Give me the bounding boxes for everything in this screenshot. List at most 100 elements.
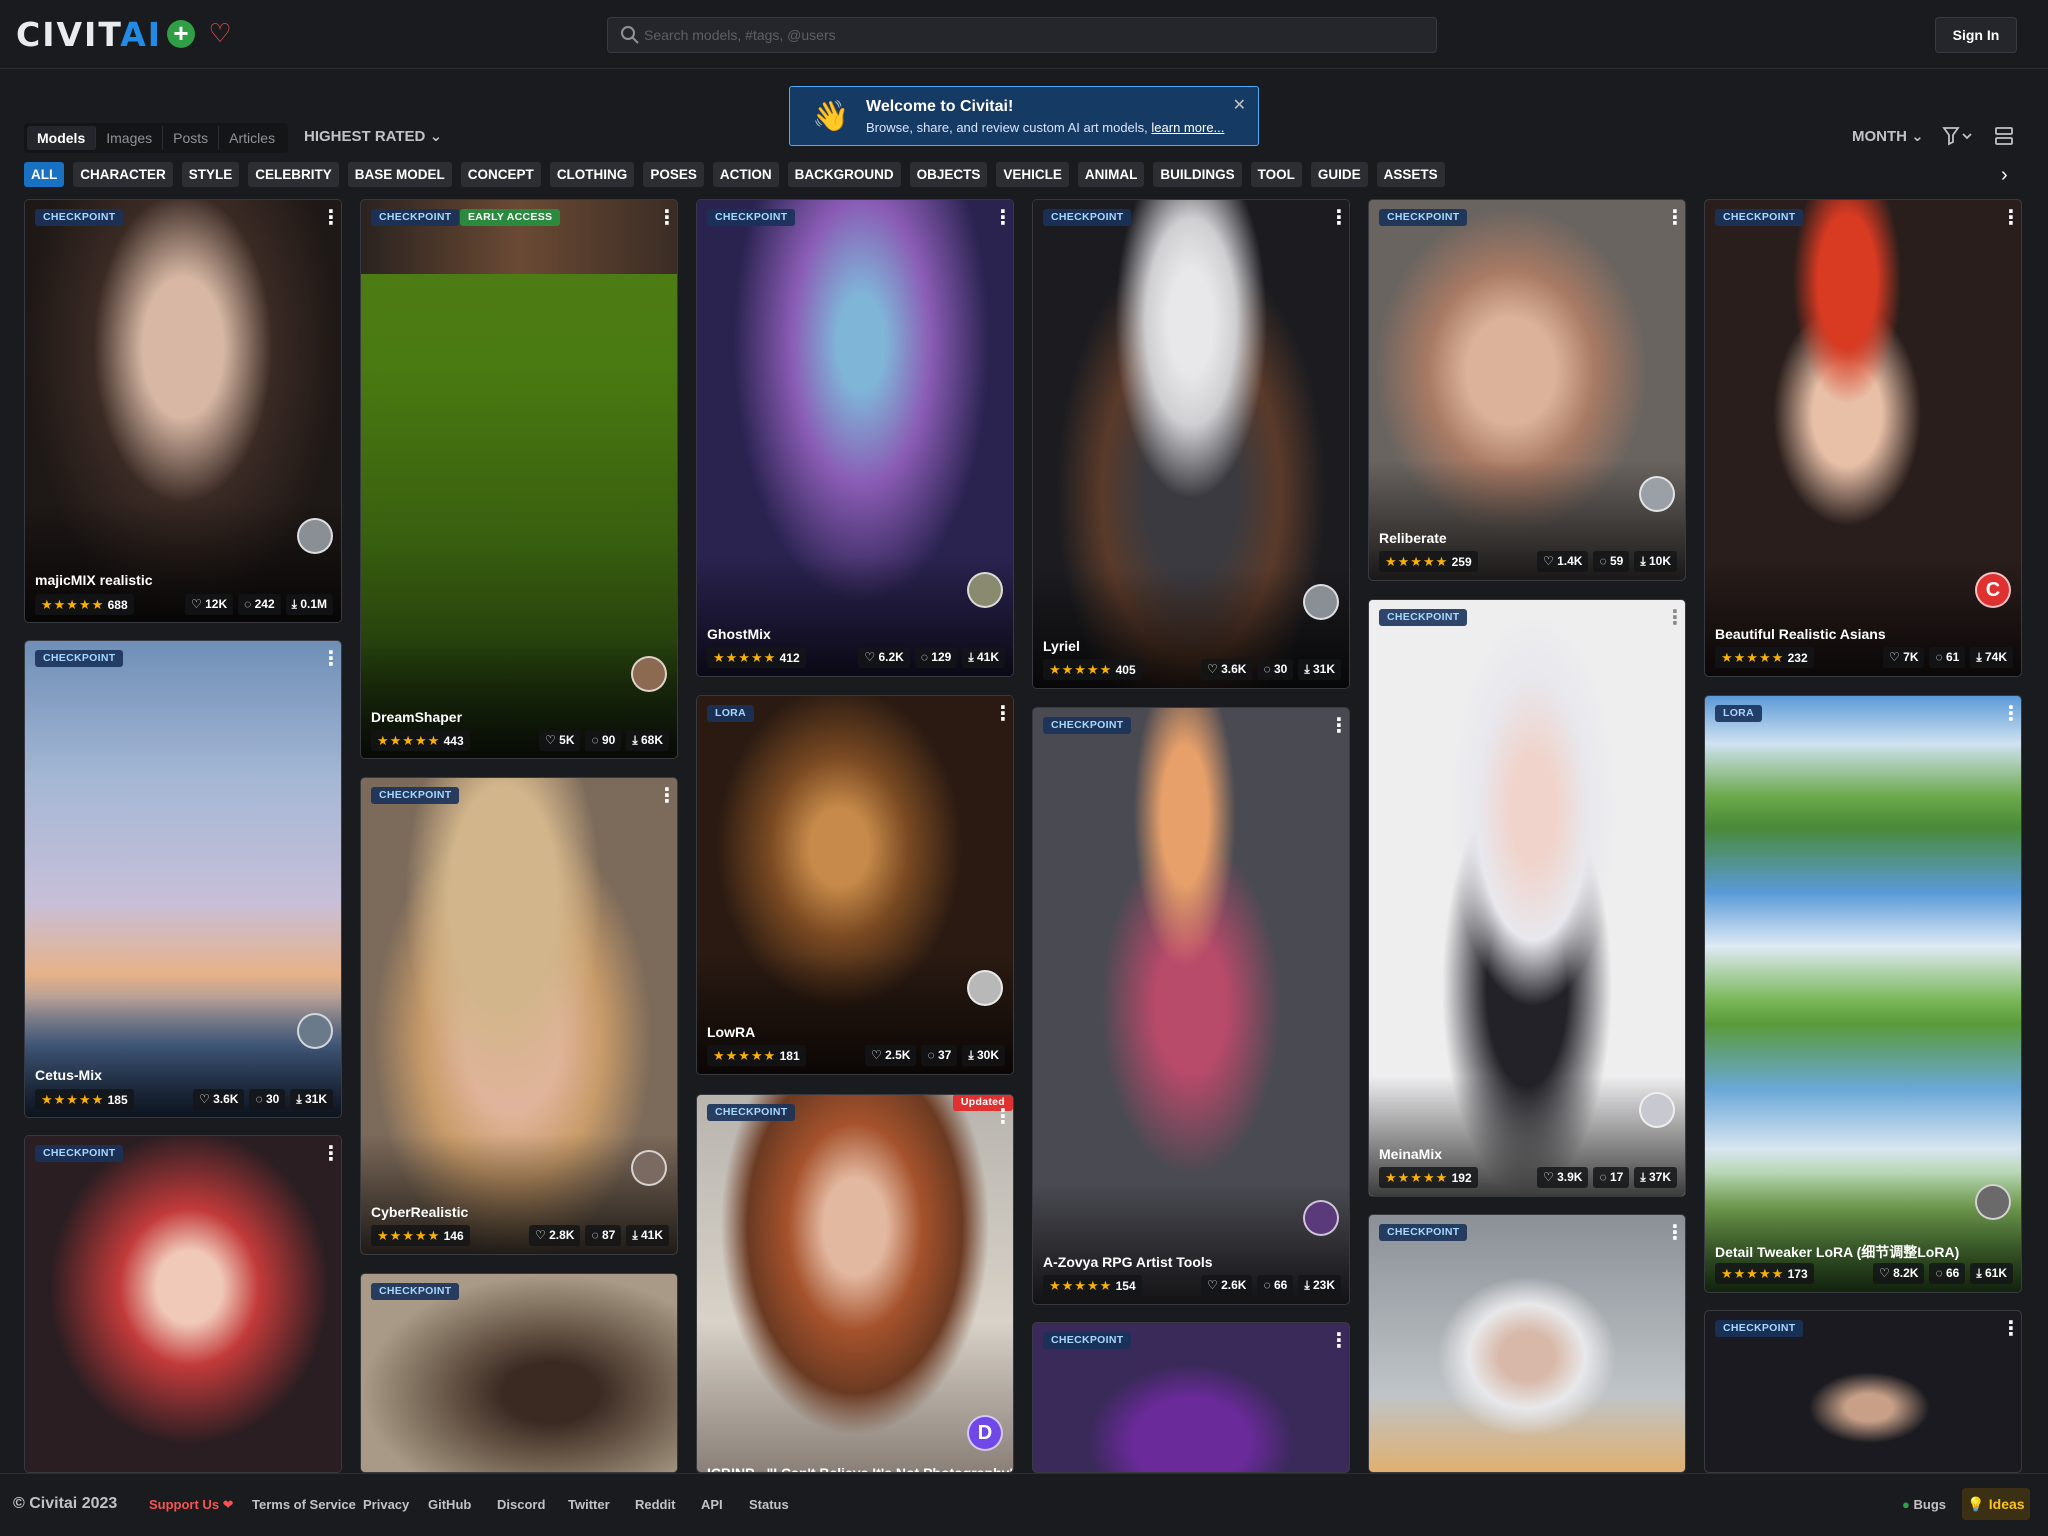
model-card[interactable]: CHECKPOINT Updated ⋮ D ICBINP - "I Can't… bbox=[696, 1094, 1014, 1473]
comments-count: 90 bbox=[601, 733, 616, 747]
more-options-icon[interactable]: ⋮ bbox=[1329, 716, 1349, 738]
more-options-icon[interactable]: ⋮ bbox=[1665, 1223, 1685, 1245]
creator-avatar[interactable] bbox=[1303, 584, 1339, 620]
tag-action[interactable]: ACTION bbox=[712, 162, 779, 187]
tag-background[interactable]: BACKGROUND bbox=[787, 162, 901, 187]
chevron-right-icon[interactable]: › bbox=[2001, 164, 2008, 187]
model-card[interactable]: CHECKPOINT ⋮ Cetus-Mix ★★★★★ 185 ♡ 3.6K … bbox=[24, 640, 342, 1118]
model-card[interactable]: CHECKPOINT ⋮ Lyriel ★★★★★ 405 ♡ 3.6K ◌ 3… bbox=[1032, 199, 1350, 689]
tab-models[interactable]: Models bbox=[27, 126, 97, 150]
more-options-icon[interactable]: ⋮ bbox=[2001, 1319, 2021, 1341]
tag-celebrity[interactable]: CELEBRITY bbox=[248, 162, 339, 187]
tag-clothing[interactable]: CLOTHING bbox=[549, 162, 635, 187]
footer: © Civitai 2023 Support Us ❤ Terms of Ser… bbox=[0, 1473, 2048, 1536]
model-title: Lyriel bbox=[1043, 638, 1080, 654]
tag-buildings[interactable]: BUILDINGS bbox=[1153, 162, 1242, 187]
footer-link-api[interactable]: API bbox=[701, 1497, 723, 1512]
heart-outline-icon: ♡ bbox=[1543, 554, 1554, 568]
ideas-button[interactable]: 💡 Ideas bbox=[1962, 1488, 2030, 1520]
creator-avatar[interactable] bbox=[1639, 476, 1675, 512]
creator-avatar[interactable] bbox=[1639, 1092, 1675, 1128]
model-stats: ★★★★★ 232 ♡ 7K ◌ 61 ⤓ 74K bbox=[1715, 647, 2013, 668]
model-card[interactable]: CHECKPOINT ⋮ GhostMix ★★★★★ 412 ♡ 6.2K ◌… bbox=[696, 199, 1014, 677]
tag-animal[interactable]: ANIMAL bbox=[1077, 162, 1145, 187]
model-card[interactable]: LORA ⋮ Detail Tweaker LoRA (细节调整LoRA) ★★… bbox=[1704, 695, 2022, 1293]
creator-avatar[interactable]: D bbox=[967, 1415, 1003, 1451]
model-card[interactable]: CHECKPOINT ⋮ CyberRealistic ★★★★★ 146 ♡ … bbox=[360, 777, 678, 1255]
more-options-icon[interactable]: ⋮ bbox=[657, 786, 677, 808]
more-options-icon[interactable]: ⋮ bbox=[2001, 704, 2021, 726]
footer-link-twitter[interactable]: Twitter bbox=[568, 1497, 610, 1512]
footer-link-status[interactable]: Status bbox=[749, 1497, 789, 1512]
more-options-icon[interactable]: ⋮ bbox=[321, 649, 341, 671]
tag-tool[interactable]: TOOL bbox=[1250, 162, 1302, 187]
creator-avatar[interactable] bbox=[631, 656, 667, 692]
creator-avatar[interactable] bbox=[297, 518, 333, 554]
model-card[interactable]: CHECKPOINT bbox=[360, 1273, 678, 1473]
footer-link-discord[interactable]: Discord bbox=[497, 1497, 545, 1512]
more-options-icon[interactable]: ⋮ bbox=[657, 208, 677, 230]
close-icon[interactable]: ✕ bbox=[1233, 95, 1246, 115]
model-card[interactable]: CHECKPOINT ⋮ bbox=[1032, 1322, 1350, 1473]
model-card[interactable]: CHECKPOINT ⋮ Reliberate ★★★★★ 259 ♡ 1.4K… bbox=[1368, 199, 1686, 581]
tab-images[interactable]: Images bbox=[96, 126, 164, 150]
tag-guide[interactable]: GUIDE bbox=[1310, 162, 1368, 187]
tag-style[interactable]: STYLE bbox=[181, 162, 240, 187]
sign-in-button[interactable]: Sign In bbox=[1935, 17, 2017, 53]
tag-vehicle[interactable]: VEHICLE bbox=[996, 162, 1069, 187]
creator-avatar[interactable] bbox=[631, 1150, 667, 1186]
tag-character[interactable]: CHARACTER bbox=[73, 162, 173, 187]
creator-avatar[interactable] bbox=[967, 572, 1003, 608]
model-card[interactable]: CHECKPOINT ⋮ A-Zovya RPG Artist Tools ★★… bbox=[1032, 707, 1350, 1305]
tag-concept[interactable]: CONCEPT bbox=[460, 162, 541, 187]
heart-icon[interactable]: ♡ bbox=[205, 18, 235, 48]
creator-avatar[interactable] bbox=[1303, 1200, 1339, 1236]
more-options-icon[interactable]: ⋮ bbox=[1329, 1331, 1349, 1353]
civitai-logo[interactable]: CIVITAI bbox=[16, 18, 162, 52]
tag-poses[interactable]: POSES bbox=[643, 162, 704, 187]
model-card[interactable]: CHECKPOINT ⋮ bbox=[1368, 1214, 1686, 1473]
footer-link-github[interactable]: GitHub bbox=[428, 1497, 471, 1512]
more-options-icon[interactable]: ⋮ bbox=[1665, 208, 1685, 230]
model-type-badge: CHECKPOINT bbox=[1379, 209, 1468, 226]
model-card[interactable]: CHECKPOINT ⋮ bbox=[24, 1135, 342, 1473]
creator-avatar[interactable] bbox=[297, 1013, 333, 1049]
model-title: DreamShaper bbox=[371, 709, 463, 725]
star-rating-icon: ★★★★★ bbox=[1385, 554, 1449, 569]
learn-more-link[interactable]: learn more... bbox=[1151, 120, 1224, 135]
support-us-link[interactable]: Support Us ❤ bbox=[149, 1497, 234, 1513]
more-options-icon[interactable]: ⋮ bbox=[993, 1107, 1013, 1129]
period-dropdown[interactable]: MONTH ⌄ bbox=[1852, 127, 1924, 145]
more-options-icon[interactable]: ⋮ bbox=[993, 704, 1013, 726]
tag-base-model[interactable]: BASE MODEL bbox=[347, 162, 452, 187]
tag-objects[interactable]: OBJECTS bbox=[909, 162, 988, 187]
more-options-icon[interactable]: ⋮ bbox=[1329, 208, 1349, 230]
bugs-button[interactable]: ● Bugs bbox=[1902, 1497, 1946, 1512]
footer-link-privacy[interactable]: Privacy bbox=[363, 1497, 409, 1512]
model-card[interactable]: CHECKPOINT ⋮ MeinaMix ★★★★★ 192 ♡ 3.9K ◌… bbox=[1368, 599, 1686, 1197]
footer-link-terms[interactable]: Terms of Service bbox=[252, 1497, 356, 1512]
create-plus-icon[interactable]: + bbox=[167, 20, 195, 48]
footer-link-reddit[interactable]: Reddit bbox=[635, 1497, 675, 1512]
creator-avatar[interactable] bbox=[1975, 1184, 2011, 1220]
more-options-icon[interactable]: ⋮ bbox=[2001, 208, 2021, 230]
tab-posts[interactable]: Posts bbox=[163, 126, 220, 150]
tag-assets[interactable]: ASSETS bbox=[1376, 162, 1445, 187]
creator-avatar[interactable]: C bbox=[1975, 572, 2011, 608]
model-card[interactable]: CHECKPOINT ⋮ C Beautiful Realistic Asian… bbox=[1704, 199, 2022, 677]
model-card[interactable]: LORA ⋮ LowRA ★★★★★ 181 ♡ 2.5K ◌ 37 ⤓ 30K bbox=[696, 695, 1014, 1075]
sort-dropdown[interactable]: HIGHEST RATED ⌄ bbox=[304, 127, 442, 145]
filter-icon[interactable] bbox=[1942, 126, 1974, 146]
model-card[interactable]: CHECKPOINT EARLY ACCESS ⋮ DreamShaper ★★… bbox=[360, 199, 678, 759]
tag-all[interactable]: ALL bbox=[24, 162, 65, 187]
more-options-icon[interactable]: ⋮ bbox=[321, 208, 341, 230]
model-card[interactable]: CHECKPOINT ⋮ majicMIX realistic ★★★★★ 68… bbox=[24, 199, 342, 623]
tab-articles[interactable]: Articles bbox=[219, 126, 285, 150]
creator-avatar[interactable] bbox=[967, 970, 1003, 1006]
more-options-icon[interactable]: ⋮ bbox=[1665, 608, 1685, 630]
more-options-icon[interactable]: ⋮ bbox=[321, 1144, 341, 1166]
model-card[interactable]: CHECKPOINT ⋮ bbox=[1704, 1310, 2022, 1473]
search-input[interactable] bbox=[644, 18, 1424, 52]
more-options-icon[interactable]: ⋮ bbox=[993, 208, 1013, 230]
layout-toggle-icon[interactable] bbox=[1994, 126, 2014, 146]
